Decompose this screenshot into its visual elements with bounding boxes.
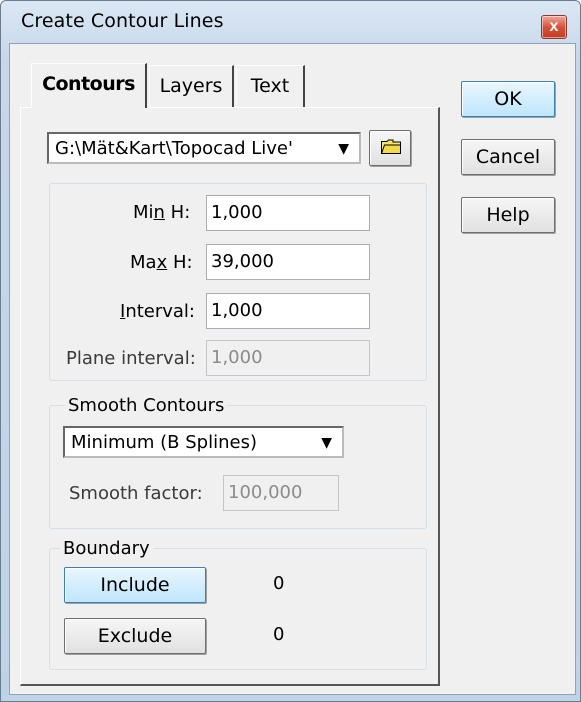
exclude-count: 0 — [273, 624, 285, 645]
tab-text[interactable]: Text — [236, 65, 305, 108]
ok-button[interactable]: OK — [461, 81, 555, 117]
smooth-method-select[interactable]: Minimum (B Splines) ▼ — [63, 426, 344, 458]
interval-input[interactable]: 1,000 — [206, 293, 370, 329]
dialog-window: Create Contour Lines x Contours Layers T… — [0, 0, 581, 702]
cancel-button[interactable]: Cancel — [461, 139, 555, 175]
folder-icon — [381, 139, 401, 154]
browse-folder-button[interactable] — [369, 130, 411, 166]
chevron-down-icon: ▼ — [321, 435, 332, 451]
max-height-label: Max H: — [130, 252, 193, 273]
include-button[interactable]: Include — [64, 567, 206, 603]
smooth-contours-legend: Smooth Contours — [65, 395, 228, 416]
close-icon[interactable]: x — [541, 15, 567, 39]
chevron-down-icon: ▼ — [338, 141, 349, 157]
window-title: Create Contour Lines — [21, 10, 224, 32]
include-count: 0 — [273, 573, 285, 594]
interval-label: Interval: — [120, 301, 195, 322]
min-height-input[interactable]: 1,000 — [206, 195, 370, 231]
min-label-part1: Mi — [133, 202, 154, 223]
tab-contours[interactable]: Contours — [31, 63, 147, 108]
boundary-legend: Boundary — [60, 538, 153, 559]
max-height-input[interactable]: 39,000 — [206, 244, 370, 280]
smooth-method-value: Minimum (B Splines) — [71, 432, 257, 453]
min-label-accel: n — [153, 202, 165, 223]
file-path-select[interactable]: G:\Mät&Kart\Topocad Live' ▼ — [47, 132, 361, 164]
smooth-factor-label: Smooth factor: — [69, 483, 203, 504]
plane-interval-label: Plane interval: — [66, 348, 196, 369]
help-button[interactable]: Help — [461, 197, 555, 233]
max-label-accel: x — [156, 252, 168, 273]
smooth-factor-input: 100,000 — [223, 475, 339, 511]
tab-layers[interactable]: Layers — [149, 65, 234, 108]
max-label-part2: H: — [167, 252, 193, 273]
interval-label-rest: nterval: — [125, 301, 196, 322]
exclude-button[interactable]: Exclude — [64, 618, 206, 654]
max-label-part1: Ma — [130, 252, 157, 273]
plane-interval-input: 1,000 — [206, 340, 370, 376]
title-bar[interactable]: Create Contour Lines x — [1, 1, 580, 41]
min-label-part2: H: — [164, 202, 191, 223]
min-height-label: Min H: — [133, 202, 190, 223]
file-path-value: G:\Mät&Kart\Topocad Live' — [55, 138, 293, 159]
